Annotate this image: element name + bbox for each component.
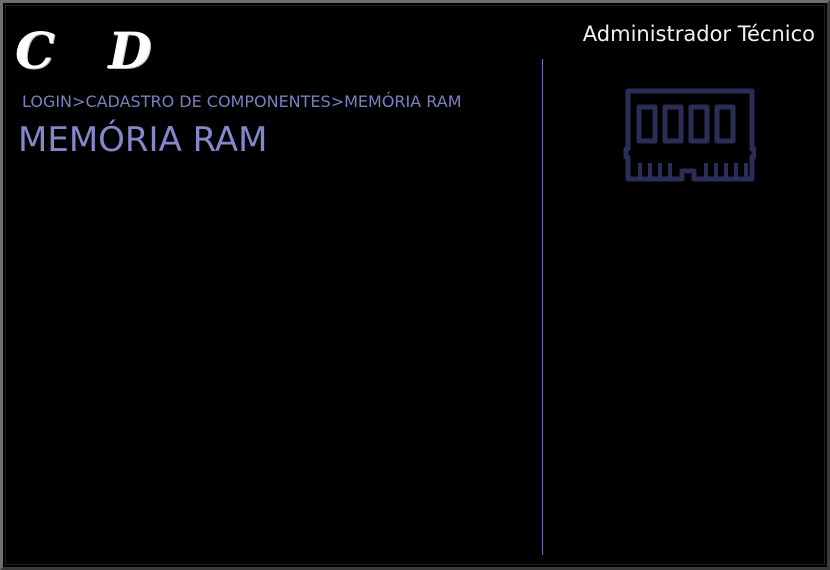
logo: C D [15,21,170,80]
ram-memory-icon [623,88,756,182]
breadcrumb-separator: > [72,92,86,111]
user-role-label: Administrador Técnico [582,22,815,46]
breadcrumb-item-cadastro-componentes[interactable]: CADASTRO DE COMPONENTES [85,92,330,111]
breadcrumb-item-login[interactable]: LOGIN [22,92,72,111]
page-title: MEMÓRIA RAM [18,120,268,160]
breadcrumb: LOGIN>CADASTRO DE COMPONENTES>MEMÓRIA RA… [22,92,462,112]
app-window: C D Administrador Técnico LOGIN>CADASTRO… [0,0,830,570]
vertical-divider [542,59,543,555]
breadcrumb-separator: > [330,92,345,111]
breadcrumb-item-memoria-ram: MEMÓRIA RAM [344,92,462,111]
